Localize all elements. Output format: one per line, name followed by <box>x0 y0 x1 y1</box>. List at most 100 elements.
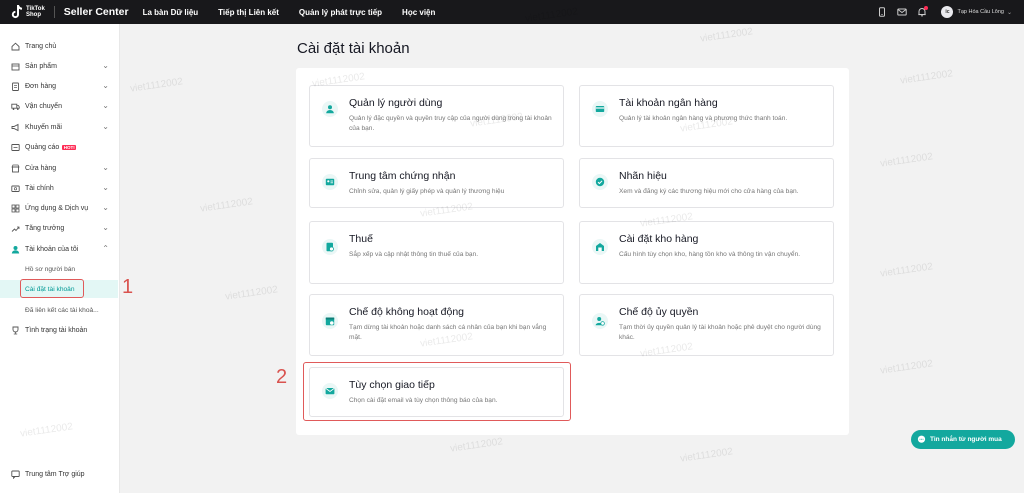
sidebar-item-ads[interactable]: Quảng cáo HOT! <box>0 137 118 157</box>
chat-bubble-icon <box>917 435 926 444</box>
sidebar-item-growth[interactable]: Tăng trưởng ⌄ <box>0 218 118 238</box>
chevron-down-icon: ⌄ <box>102 61 109 70</box>
user-icon <box>11 245 20 254</box>
card-delegation-mode[interactable]: Chế độ ủy quyền Tạm thời ủy quyền quản l… <box>579 294 834 356</box>
annotation-number-1: 1 <box>122 276 134 298</box>
sidebar-item-store[interactable]: Cửa hàng ⌄ <box>0 158 118 178</box>
watermark: viet1112002 <box>224 284 279 303</box>
sidebar-item-label: Tài khoản của tôi <box>25 245 79 253</box>
trophy-icon <box>11 326 20 335</box>
top-bar: TikTok Shop Seller Center La bàn Dữ liệu… <box>0 0 1024 24</box>
sidebar-item-label: Vận chuyển <box>25 102 62 110</box>
truck-icon <box>11 102 20 111</box>
sidebar-item-label: Đơn hàng <box>25 82 57 90</box>
store-icon <box>11 164 20 173</box>
card-title: Cài đặt kho hàng <box>619 233 699 245</box>
logo-text: TikTok Shop <box>26 6 45 18</box>
chevron-down-icon: ⌄ <box>102 163 109 172</box>
calendar-pause-icon <box>322 313 338 329</box>
nav-academy[interactable]: Học viện <box>402 8 435 17</box>
apps-icon <box>11 204 20 213</box>
card-tax[interactable]: Thuế Sắp xếp và cập nhật thông tin thuế … <box>309 221 564 284</box>
card-user-management[interactable]: Quản lý người dùng Quản lý đặc quyền và … <box>309 85 564 147</box>
sidebar-item-my-account[interactable]: Tài khoản của tôi ⌃ <box>0 239 118 259</box>
card-inactive-mode[interactable]: Chế độ không hoạt động Tạm dừng tài khoả… <box>309 294 564 356</box>
sidebar-item-promotions[interactable]: Khuyến mãi ⌄ <box>0 117 118 137</box>
card-title: Quản lý người dùng <box>349 97 443 109</box>
card-certification-center[interactable]: Trung tâm chứng nhận Chỉnh sửa, quản lý … <box>309 158 564 208</box>
card-description: Chỉnh sửa, quản lý giấy phép và quản lý … <box>349 188 505 195</box>
growth-icon <box>11 224 20 233</box>
chevron-down-icon: ⌄ <box>102 101 109 110</box>
sidebar-item-label: Sản phẩm <box>25 62 57 70</box>
sidebar-subitem-seller-profile[interactable]: Hồ sơ người bán <box>0 260 118 278</box>
watermark: viet1112002 <box>679 446 734 465</box>
sidebar-item-orders[interactable]: Đơn hàng ⌄ <box>0 76 118 96</box>
card-description: Sắp xếp và cập nhật thông tin thuế của b… <box>349 251 479 258</box>
sidebar-item-label: Tài chính <box>25 184 54 192</box>
chevron-down-icon[interactable]: ⌄ <box>1007 9 1012 16</box>
nav-affiliate[interactable]: Tiếp thị Liên kết <box>218 8 279 17</box>
order-icon <box>11 82 20 91</box>
card-title: Tài khoản ngân hàng <box>619 97 718 109</box>
sidebar-item-apps-services[interactable]: Ứng dụng & Dịch vụ ⌄ <box>0 198 118 218</box>
ad-icon <box>11 143 20 152</box>
card-title: Nhãn hiệu <box>619 170 667 182</box>
sidebar-item-home[interactable]: Trang chủ <box>0 36 118 56</box>
megaphone-icon <box>11 123 20 132</box>
buyer-messages-button[interactable]: Tin nhắn từ người mua <box>911 430 1015 449</box>
sidebar-item-account-status[interactable]: Tình trạng tài khoản <box>0 320 118 340</box>
nav-data-compass[interactable]: La bàn Dữ liệu <box>143 8 199 17</box>
help-center-label: Trung tâm Trợ giúp <box>25 471 85 478</box>
highlight-box-communication <box>303 362 571 421</box>
card-warehouse-settings[interactable]: Cài đặt kho hàng Cấu hình tùy chọn kho, … <box>579 221 834 284</box>
shop-name[interactable]: Tạp Hóa Cầu Lông <box>957 9 1003 15</box>
watermark: viet1112002 <box>449 436 504 455</box>
bell-icon[interactable] <box>917 6 929 17</box>
seller-center-title: Seller Center <box>63 6 129 18</box>
buyer-messages-label: Tin nhắn từ người mua <box>930 436 1002 443</box>
divider <box>53 6 55 18</box>
card-title: Trung tâm chứng nhận <box>349 170 456 182</box>
warehouse-icon <box>592 239 608 255</box>
sidebar-item-shipping[interactable]: Vận chuyển ⌄ <box>0 96 118 116</box>
avatar[interactable]: ic <box>941 6 954 18</box>
card-description: Quản lý tài khoản ngân hàng và phương th… <box>619 115 788 122</box>
chevron-up-icon: ⌃ <box>102 244 109 253</box>
card-title: Chế độ ủy quyền <box>619 306 699 318</box>
tiktok-shop-logo[interactable]: TikTok Shop <box>10 0 45 24</box>
notification-dot <box>924 6 929 10</box>
home-icon <box>11 42 20 51</box>
watermark: viet1112002 <box>879 358 934 377</box>
chevron-down-icon: ⌄ <box>102 81 109 90</box>
sidebar-subitem-linked-accounts[interactable]: Đã liên kết các tài khoả... <box>0 301 118 319</box>
mail-icon[interactable] <box>897 7 908 17</box>
chevron-down-icon: ⌄ <box>102 122 109 131</box>
box-icon <box>11 62 20 71</box>
chevron-down-icon: ⌄ <box>102 203 109 212</box>
sidebar-item-products[interactable]: Sản phẩm ⌄ <box>0 56 118 76</box>
tiktok-logo-icon <box>10 4 24 20</box>
card-title: Thuế <box>349 233 373 245</box>
tax-document-icon <box>322 239 338 255</box>
finance-icon <box>11 184 20 193</box>
nav-live-management[interactable]: Quản lý phát trực tiếp <box>299 8 382 17</box>
watermark: viet1112002 <box>879 261 934 280</box>
watermark: viet1112002 <box>129 76 184 95</box>
top-right-tools: ic Tạp Hóa Cầu Lông ⌄ <box>867 0 1012 24</box>
card-brand[interactable]: Nhãn hiệu Xem và đăng ký các thương hiệu… <box>579 158 834 208</box>
watermark: viet1112002 <box>879 151 934 170</box>
card-description: Cấu hình tùy chọn kho, hàng tồn kho và t… <box>619 251 801 258</box>
sidebar-item-label: Tình trạng tài khoản <box>25 326 88 334</box>
card-description: Tạm dừng tài khoản hoặc danh sách cá nhâ… <box>349 324 547 341</box>
page-title: Cài đặt tài khoản <box>297 40 410 57</box>
annotation-number-2: 2 <box>276 366 288 388</box>
chevron-down-icon: ⌄ <box>102 183 109 192</box>
help-center-link[interactable]: Trung tâm Trợ giúp <box>11 470 85 479</box>
sidebar-item-label: Quảng cáo <box>25 143 60 151</box>
watermark: viet1112002 <box>899 68 954 87</box>
card-bank-account[interactable]: Tài khoản ngân hàng Quản lý tài khoản ng… <box>579 85 834 147</box>
sidebar-item-finance[interactable]: Tài chính ⌄ <box>0 178 118 198</box>
phone-icon[interactable] <box>877 7 887 17</box>
hot-badge: HOT! <box>62 144 77 150</box>
